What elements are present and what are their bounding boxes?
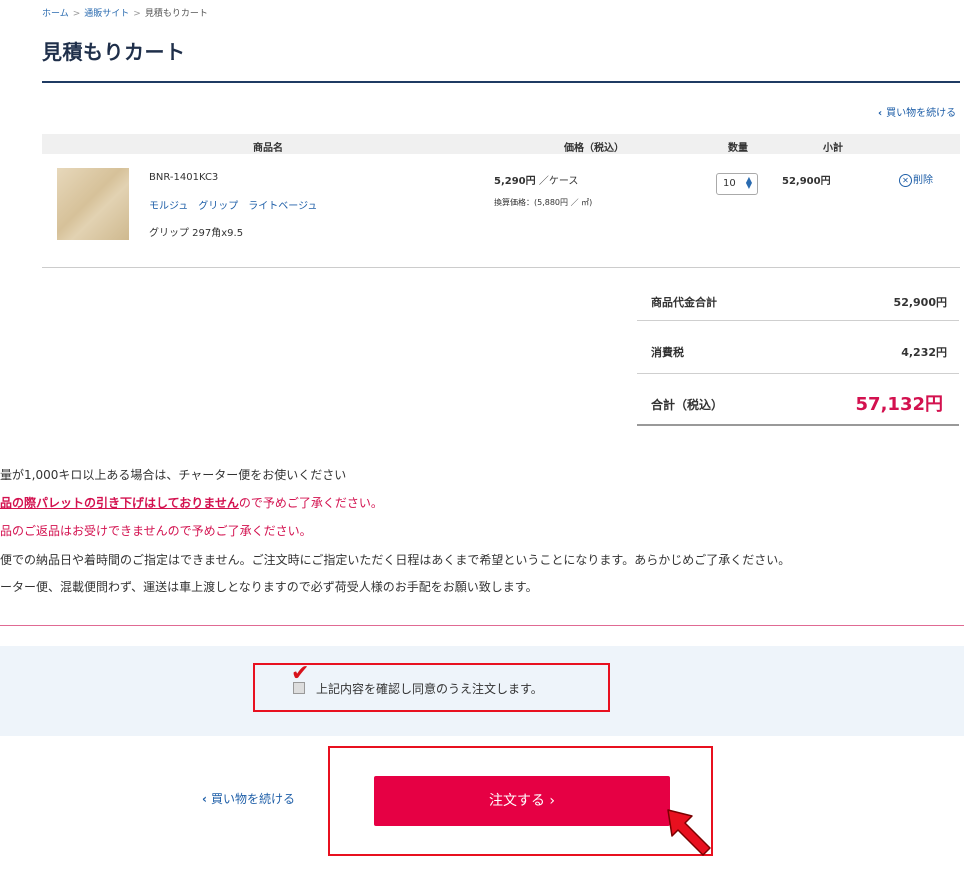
breadcrumb-separator: >: [72, 9, 81, 19]
header-price: 価格（税込）: [564, 143, 624, 154]
product-sku: BNR-1401KC3: [149, 172, 219, 183]
unit-price: 5,290円 ／ケース: [494, 172, 578, 187]
spinner-icon[interactable]: ▲ ▼: [746, 176, 752, 190]
breadcrumb-section[interactable]: 通販サイト: [84, 9, 129, 19]
delete-label: 削除: [913, 175, 933, 186]
notice-line-warning: 品のご返品はお受けできませんので予めご了承ください。: [0, 524, 312, 538]
unit-price-value: 5,290円: [494, 176, 536, 187]
tax-label: 消費税: [651, 346, 684, 359]
notice-line: 便での納品日や着時間のご指定はできません。ご注文時にご指定いただく日程はあくまで…: [0, 553, 791, 567]
quantity-stepper[interactable]: 10 ▲ ▼: [716, 173, 758, 195]
breadcrumb-current: 見積もりカート: [144, 9, 208, 19]
row-divider: [42, 267, 960, 268]
product-name-link[interactable]: モルジュ グリップ ライトベージュ: [149, 197, 317, 212]
agreement-label[interactable]: 上記内容を確認し同意のうえ注文します。: [316, 680, 543, 697]
product-thumbnail[interactable]: [57, 168, 129, 240]
grand-total-label: 合計（税込）: [651, 398, 724, 412]
summary-divider: [637, 373, 959, 374]
cursor-arrow-icon: [667, 809, 711, 856]
tax-value: 4,232円: [901, 346, 947, 359]
continue-shopping-label: 買い物を続ける: [210, 792, 295, 806]
notice-emphasis: 品の際パレットの引き下げはしておりません: [0, 496, 239, 510]
summary-divider: [637, 320, 959, 321]
page-title: 見積もりカート: [42, 40, 186, 64]
cart-table-header: 商品名 価格（税込） 数量 小計: [42, 134, 960, 154]
goods-total-value: 52,900円: [893, 296, 947, 309]
quantity-value: 10: [723, 178, 736, 189]
item-subtotal: 52,900円: [782, 176, 831, 187]
goods-total-label: 商品代金合計: [651, 296, 717, 309]
breadcrumb-home[interactable]: ホーム: [42, 9, 69, 19]
converted-price: 換算価格：(5,880円 ／ ㎡): [494, 198, 593, 207]
place-order-button[interactable]: 注文する ›: [374, 776, 670, 826]
notice-line-warning: 品の際パレットの引き下げはしておりませんので予めご了承ください。: [0, 494, 383, 511]
title-divider: [42, 81, 960, 83]
continue-shopping-label: 買い物を続ける: [886, 108, 957, 119]
close-circle-icon: ✕: [899, 173, 912, 187]
continue-shopping-link-bottom[interactable]: ‹ 買い物を続ける: [202, 790, 295, 807]
header-product: 商品名: [253, 143, 283, 154]
breadcrumb-separator: >: [133, 9, 141, 19]
notice-line: 量が1,000キロ以上ある場合は、チャーター便をお使いください: [0, 468, 347, 482]
notice-line: ーター便、混載便問わず、運送は車上渡しとなりますので必ず荷受人様のお手配をお願い…: [0, 580, 538, 594]
section-divider: [0, 625, 964, 626]
grand-total-value: 57,132円: [855, 394, 943, 415]
notice-text: ので予めご了承ください。: [238, 496, 383, 510]
header-subtotal: 小計: [823, 143, 843, 154]
header-quantity: 数量: [728, 143, 748, 154]
continue-shopping-link-top[interactable]: ‹ 買い物を続ける: [878, 104, 956, 119]
chevron-left-icon: ‹: [878, 108, 883, 119]
breadcrumb: ホーム > 通販サイト > 見積もりカート: [42, 6, 208, 19]
checkmark-icon: ✔: [291, 661, 310, 686]
product-spec: グリップ 297角x9.5: [149, 228, 244, 239]
delete-button[interactable]: ✕ 削除: [899, 171, 933, 187]
summary-divider: [637, 424, 959, 426]
unit-price-unit: ／ケース: [538, 176, 579, 187]
chevron-left-icon: ‹: [202, 792, 207, 806]
